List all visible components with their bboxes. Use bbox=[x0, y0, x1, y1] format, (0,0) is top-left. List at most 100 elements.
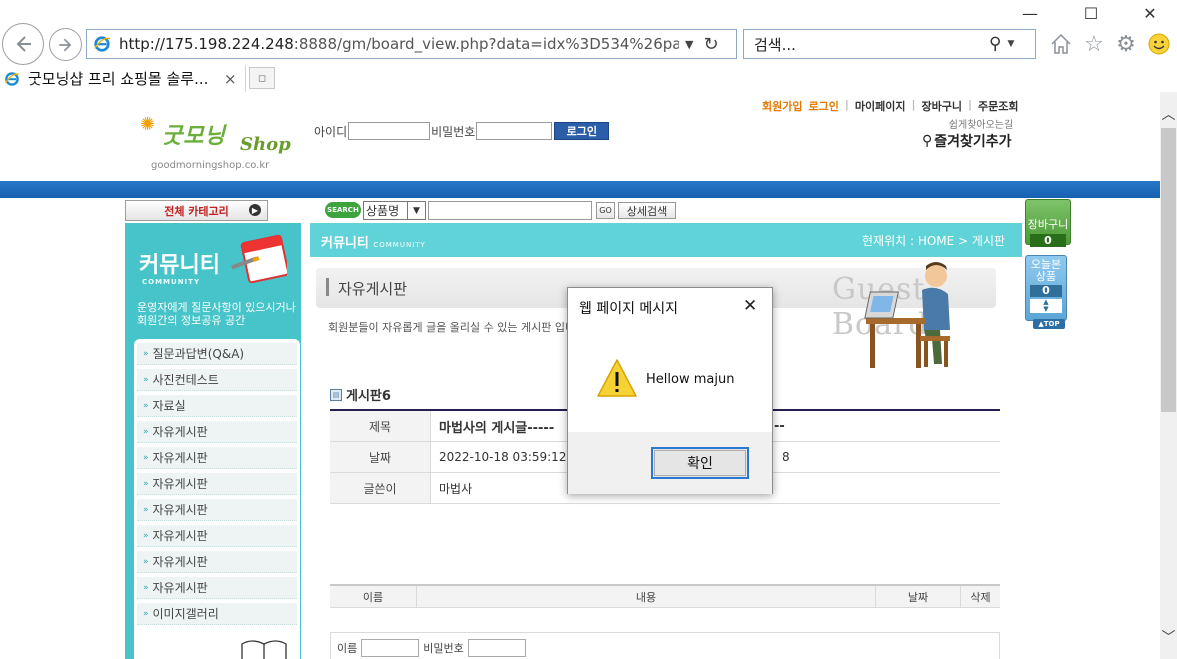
calendar-icon bbox=[231, 234, 287, 283]
forward-button[interactable] bbox=[49, 28, 82, 61]
chevron-right-icon: ▶ bbox=[249, 204, 261, 216]
chevron-right-icon: » bbox=[143, 608, 149, 619]
browser-search-placeholder: 검색... bbox=[754, 35, 796, 54]
tab-ie-icon bbox=[5, 71, 20, 86]
sidebar-item-free-board[interactable]: » 자유게시판 bbox=[137, 525, 297, 547]
cart-link[interactable]: 장바구니 bbox=[922, 98, 962, 114]
id-label: 아이디 bbox=[314, 124, 348, 139]
refresh-icon[interactable]: ↻ bbox=[703, 34, 718, 55]
address-bar[interactable]: http://175.198.224.248:8888/gm/board_vie… bbox=[86, 29, 737, 59]
board-icon: ▤ bbox=[330, 388, 342, 401]
bookmark-link[interactable]: 쉽게찾아오는길 ⚲ 즐겨찾기추가 bbox=[922, 116, 1022, 151]
mypage-link[interactable]: 마이페이지 bbox=[855, 98, 906, 114]
scroll-up-icon[interactable]: ︿ bbox=[1160, 104, 1177, 124]
sidebar-item-label: 자료실 bbox=[152, 399, 186, 413]
smiley-icon[interactable] bbox=[1147, 32, 1171, 56]
warning-icon bbox=[597, 359, 637, 397]
address-dropdown-icon[interactable]: ▼ bbox=[685, 38, 693, 51]
sidebar-item-free-board[interactable]: » 자유게시판 bbox=[137, 577, 297, 599]
sidebar-item-free-board[interactable]: » 자유게시판 bbox=[137, 551, 297, 573]
comment-password-label: 비밀번호 bbox=[423, 641, 464, 655]
maximize-button[interactable]: ☐ bbox=[1068, 2, 1114, 24]
close-window-button[interactable]: ✕ bbox=[1127, 2, 1173, 24]
detail-search-button[interactable]: 상세검색 bbox=[618, 202, 676, 219]
new-tab-button[interactable]: ▫ bbox=[249, 67, 275, 89]
scroll-down-icon[interactable]: ﹀ bbox=[1160, 627, 1177, 647]
password-input[interactable] bbox=[476, 122, 553, 140]
recent-label-2: 상품 bbox=[1035, 270, 1057, 283]
sidebar-title-en: COMMUNITY bbox=[142, 278, 201, 286]
sidebar-item-image-gallery[interactable]: » 이미지갤러리 bbox=[137, 603, 297, 625]
chevron-down-icon: ▼ bbox=[407, 202, 425, 219]
url-path: :8888/gm/board_view.php?data=idx%3D534%2… bbox=[293, 35, 679, 53]
back-icon bbox=[16, 36, 31, 52]
comment-name-input[interactable] bbox=[361, 638, 420, 657]
tab-close-icon[interactable]: × bbox=[224, 70, 237, 88]
alert-dialog: 웹 페이지 메시지 ✕ Hellow majun 확인 bbox=[567, 287, 773, 494]
ok-button[interactable]: 확인 bbox=[651, 447, 749, 479]
sidebar-item-archive[interactable]: » 자료실 bbox=[137, 395, 297, 417]
dialog-close-icon[interactable]: ✕ bbox=[743, 296, 757, 316]
search-badge: SEARCH bbox=[325, 202, 361, 218]
sidebar-item-qna[interactable]: » 질문과답변(Q&A) bbox=[137, 343, 297, 365]
login-link[interactable]: 로그인 bbox=[808, 98, 838, 114]
scroll-thumb[interactable] bbox=[1161, 128, 1176, 412]
recent-products-widget[interactable]: 오늘본 상품 0 ▲ ▼ bbox=[1025, 255, 1067, 321]
chevron-right-icon: » bbox=[143, 348, 149, 359]
board-name-text: 게시판6 bbox=[346, 389, 391, 404]
back-button[interactable] bbox=[2, 23, 44, 65]
divider: | bbox=[968, 98, 973, 111]
id-input[interactable] bbox=[348, 122, 431, 140]
bookmark-subtext: 쉽게찾아오는길 bbox=[948, 120, 1014, 131]
title-accent-bar bbox=[326, 278, 329, 296]
sidebar: 커뮤니티 COMMUNITY 운영자에게 질문사항이 있으시거나 회원간의 정보… bbox=[125, 223, 301, 659]
sidebar-description: 운영자에게 질문사항이 있으시거나 회원간의 정보공유 공간 bbox=[137, 301, 297, 327]
all-category-button[interactable]: 전체 카테고리 ▶ bbox=[125, 200, 268, 221]
sidebar-item-photo-contest[interactable]: » 사진컨테스트 bbox=[137, 369, 297, 391]
home-icon[interactable] bbox=[1049, 32, 1073, 56]
dialog-title: 웹 페이지 메시지 bbox=[579, 301, 679, 317]
search-dropdown-icon[interactable]: ▼ bbox=[1007, 39, 1014, 49]
minimize-button[interactable]: — bbox=[1007, 2, 1053, 24]
url-text[interactable]: http://175.198.224.248:8888/gm/board_vie… bbox=[119, 35, 679, 53]
chevron-right-icon: » bbox=[143, 374, 149, 385]
sidebar-item-free-board[interactable]: » 자유게시판 bbox=[137, 499, 297, 521]
board-description: 회원분들이 자유롭게 글을 올리실 수 있는 게시판 입니 bbox=[328, 321, 576, 334]
go-button[interactable]: GO bbox=[596, 202, 615, 219]
recent-count: 0 bbox=[1030, 285, 1062, 297]
search-icon[interactable]: ⚲ bbox=[989, 34, 1001, 54]
browser-tab[interactable]: 굿모닝샵 프리 쇼핑몰 솔루... × bbox=[0, 65, 246, 92]
recent-scroll-arrows[interactable]: ▲ ▼ bbox=[1030, 299, 1062, 313]
scroll-top-button[interactable]: ▲TOP bbox=[1033, 319, 1065, 329]
title-label: 제목 bbox=[330, 411, 431, 441]
community-label: 커뮤니티 COMMUNITY bbox=[321, 232, 426, 251]
site-logo[interactable]: ✺ 굿모닝 Shop goodmorningshop.co.kr bbox=[140, 112, 291, 174]
signup-link[interactable]: 회원가입 bbox=[762, 98, 802, 114]
chevron-right-icon: » bbox=[143, 582, 149, 593]
sidebar-item-free-board[interactable]: » 자유게시판 bbox=[137, 447, 297, 469]
cart-widget[interactable]: 장바구니 0 bbox=[1025, 199, 1071, 247]
browser-search-input[interactable]: 검색... ⚲ ▼ bbox=[743, 29, 1036, 59]
chevron-right-icon: » bbox=[143, 478, 149, 489]
settings-icon[interactable]: ⚙ bbox=[1114, 32, 1138, 57]
cart-count: 0 bbox=[1030, 234, 1066, 247]
divider: | bbox=[844, 98, 849, 111]
logo-text: 굿모닝 bbox=[162, 123, 226, 149]
product-search-input[interactable] bbox=[428, 201, 592, 220]
header-divider-bar bbox=[0, 181, 1160, 198]
login-button[interactable]: 로그인 bbox=[554, 122, 610, 140]
sidebar-item-label: 자유게시판 bbox=[152, 477, 208, 491]
post-hits: 8 bbox=[782, 450, 790, 464]
page-scrollbar[interactable]: ︿ ﹀ bbox=[1160, 92, 1177, 659]
sidebar-item-free-board[interactable]: » 자유게시판 bbox=[137, 473, 297, 495]
dialog-footer: 확인 bbox=[568, 432, 772, 494]
man-at-computer-illustration bbox=[864, 262, 950, 368]
comment-password-input[interactable] bbox=[467, 638, 526, 657]
chevron-right-icon: » bbox=[143, 504, 149, 515]
search-type-select[interactable]: 상품명 ▼ bbox=[363, 201, 426, 220]
column-date: 날짜 bbox=[876, 586, 961, 607]
sidebar-item-free-board[interactable]: » 자유게시판 bbox=[137, 421, 297, 443]
order-lookup-link[interactable]: 주문조회 bbox=[978, 98, 1018, 114]
sidebar-item-label: 이미지갤러리 bbox=[152, 607, 219, 621]
favorites-icon[interactable]: ☆ bbox=[1082, 32, 1106, 57]
